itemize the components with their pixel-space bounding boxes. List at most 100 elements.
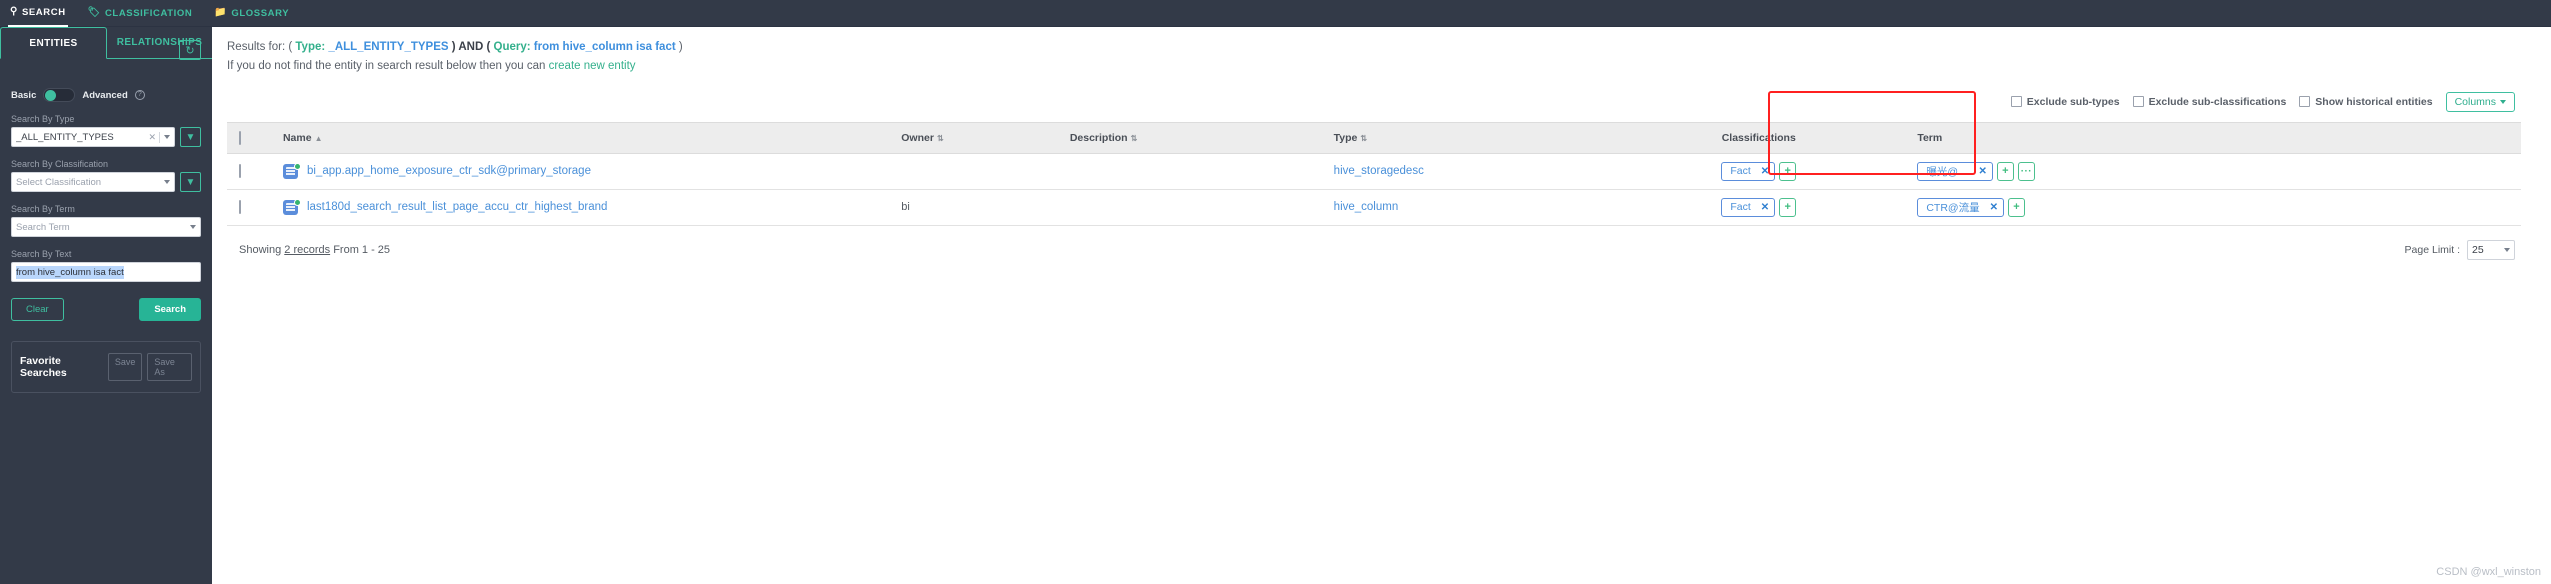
filter-icon: ▼ (185, 131, 196, 143)
tab-entities[interactable]: ENTITIES (0, 27, 107, 59)
add-term-button[interactable]: + (2007, 197, 2025, 217)
table-header-row: Name ▲ Owner ⇅ Description ⇅ Type ⇅ Classifi (227, 121, 2521, 154)
clear-type-icon[interactable]: ✕ (148, 132, 156, 143)
entity-icon (282, 198, 301, 215)
page-limit-value: 25 (2472, 243, 2484, 256)
entity-type-link[interactable]: hive_storagedesc (1334, 165, 1424, 177)
refresh-button[interactable]: ↻ (179, 40, 201, 60)
showing-records: Showing 2 records From 1 - 25 (239, 244, 390, 256)
search-by-classification-value: Select Classification (16, 176, 102, 188)
show-historical-option[interactable]: Show historical entities (2299, 96, 2433, 108)
table-row: bi_app.app_home_exposure_ctr_sdk@primary… (227, 153, 2521, 190)
search-by-text-value: from hive_column isa fact (16, 265, 124, 279)
header-type-label: Type (1333, 131, 1358, 144)
search-by-type-label: Search By Type (11, 114, 75, 124)
sort-icon: ⇅ (1130, 133, 1138, 143)
type-filter-button[interactable]: ▼ (180, 127, 201, 147)
no-result-hint-text: If you do not find the entity in search … (227, 59, 546, 72)
nav-item-glossary[interactable]: 📁 GLOSSARY (212, 0, 291, 27)
top-navigation: ⚲ SEARCH 🏷 CLASSIFICATION 📁 GLOSSARY (0, 0, 2551, 27)
close-icon[interactable]: ✕ (1990, 202, 1998, 213)
classification-chip-label: Fact (1730, 201, 1751, 214)
search-button[interactable]: Search (139, 298, 201, 321)
close-icon[interactable]: ✕ (1761, 166, 1769, 177)
chevron-down-icon (164, 180, 170, 184)
row-term-cell: CTR@流量 ✕ + (1905, 189, 2521, 226)
sort-icon: ⇅ (936, 133, 944, 143)
search-by-type-select[interactable]: _ALL_ENTITY_TYPES ✕ (11, 127, 175, 147)
header-owner[interactable]: Owner ⇅ (901, 121, 1070, 154)
results-table: Name ▲ Owner ⇅ Description ⇅ Type ⇅ Classifi (227, 121, 2521, 226)
save-as-button[interactable]: Save As (147, 353, 192, 381)
filter-icon: ▼ (185, 176, 196, 188)
header-description-label: Description (1069, 131, 1128, 144)
search-mode-toggle[interactable] (43, 88, 76, 102)
exclude-subtypes-checkbox[interactable] (2010, 96, 2022, 108)
header-type[interactable]: Type ⇅ (1333, 121, 1613, 154)
header-name[interactable]: Name ▲ (270, 121, 902, 154)
atlas-search-page: ⚲ SEARCH 🏷 CLASSIFICATION 📁 GLOSSARY ENT… (0, 0, 2551, 584)
classification-filter-button[interactable]: ▼ (180, 172, 201, 192)
entity-name-link[interactable]: bi_app.app_home_exposure_ctr_sdk@primary… (307, 165, 591, 177)
nav-item-search[interactable]: ⚲ SEARCH (8, 0, 68, 27)
entity-type-link[interactable]: hive_column (1334, 201, 1399, 213)
save-button[interactable]: Save (107, 353, 143, 381)
classification-chip[interactable]: Fact ✕ (1721, 161, 1776, 181)
clear-button[interactable]: Clear (11, 298, 64, 321)
row-classifications-cell: Fact ✕ + (1612, 189, 1906, 226)
exclude-subclassifications-option[interactable]: Exclude sub-classifications (2132, 95, 2287, 108)
close-icon[interactable]: ✕ (1761, 202, 1769, 213)
search-actions: Clear Search (11, 298, 201, 321)
row-type-cell: hive_storagedesc (1333, 153, 1613, 190)
no-result-hint: If you do not find the entity in search … (227, 60, 2521, 72)
chevron-down-icon (190, 225, 196, 229)
classification-chip[interactable]: Fact ✕ (1721, 197, 1776, 217)
add-classification-button[interactable]: + (1779, 161, 1797, 181)
more-terms-button[interactable]: ··· (2017, 161, 2035, 181)
row-checkbox[interactable] (239, 200, 241, 215)
search-by-term-select[interactable]: Search Term (11, 217, 201, 237)
entity-name-link[interactable]: last180d_search_result_list_page_accu_ct… (307, 201, 607, 213)
term-chip[interactable]: 曝光@… ✕ (1917, 161, 1993, 181)
showing-prefix: Showing (239, 243, 282, 256)
row-description-cell (1069, 189, 1334, 226)
row-term-cell: 曝光@… ✕ + ··· (1905, 153, 2521, 190)
row-name-cell: last180d_search_result_list_page_accu_ct… (270, 189, 902, 226)
header-description[interactable]: Description ⇅ (1069, 121, 1334, 154)
entity-icon (282, 162, 301, 179)
results-type-value: _ALL_ENTITY_TYPES (328, 41, 449, 53)
term-chip-label: CTR@流量 (1926, 201, 1980, 214)
create-new-entity-link[interactable]: create new entity (549, 60, 636, 72)
page-limit-select[interactable]: 25 (2467, 239, 2515, 260)
sort-asc-icon: ▲ (314, 133, 323, 143)
search-by-type-row: _ALL_ENTITY_TYPES ✕ ▼ (11, 127, 201, 147)
header-classifications-label: Classifications (1721, 131, 1796, 144)
nav-item-classification[interactable]: 🏷 CLASSIFICATION (86, 0, 195, 27)
search-by-term-value: Search Term (16, 221, 70, 233)
columns-button-label: Columns (2454, 95, 2496, 108)
exclude-subtypes-option[interactable]: Exclude sub-types (2010, 96, 2120, 108)
results-table-body: bi_app.app_home_exposure_ctr_sdk@primary… (227, 153, 2521, 226)
show-historical-checkbox[interactable] (2299, 96, 2311, 108)
columns-button[interactable]: Columns (2445, 91, 2515, 112)
exclude-subclassifications-checkbox[interactable] (2132, 96, 2144, 108)
results-type-key: Type: (295, 41, 326, 53)
select-all-checkbox[interactable] (239, 130, 241, 145)
close-icon[interactable]: ✕ (1979, 166, 1987, 177)
add-classification-button[interactable]: + (1779, 197, 1797, 217)
add-term-button[interactable]: + (1996, 161, 2014, 181)
search-by-classification-select[interactable]: Select Classification (11, 172, 175, 192)
classification-chip-label: Fact (1730, 165, 1751, 178)
exclude-subclassifications-label: Exclude sub-classifications (2148, 95, 2287, 108)
results-table-head: Name ▲ Owner ⇅ Description ⇅ Type ⇅ Classifi (227, 121, 2521, 154)
help-icon[interactable]: ? (134, 90, 145, 100)
header-owner-label: Owner (901, 131, 934, 144)
search-by-text-input[interactable]: from hive_column isa fact (11, 262, 201, 282)
search-by-term-label: Search By Term (11, 204, 75, 214)
table-footer: Showing 2 records From 1 - 25 Page Limit… (227, 239, 2521, 260)
term-chip[interactable]: CTR@流量 ✕ (1917, 197, 2004, 217)
tag-icon: 🏷 (87, 7, 101, 18)
refresh-icon: ↻ (185, 44, 195, 57)
results-for-line: Results for: ( Type: _ALL_ENTITY_TYPES )… (227, 39, 2521, 57)
row-checkbox[interactable] (239, 164, 241, 179)
